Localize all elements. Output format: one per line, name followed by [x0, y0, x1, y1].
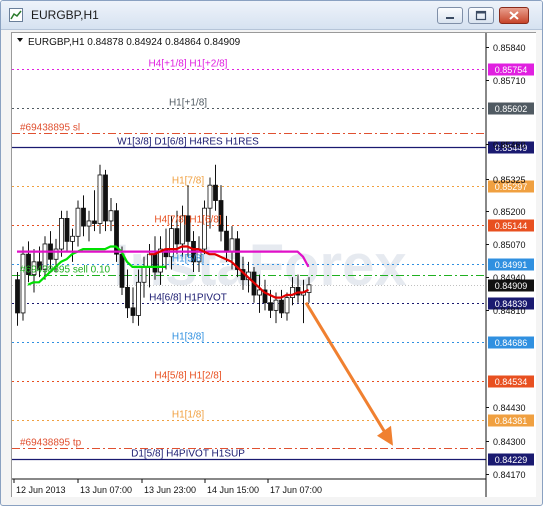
level-label: #69438895 sl: [20, 123, 80, 134]
level-label: W1[3/8] D1[6/8] H4RES H1RES: [117, 137, 259, 148]
level-label: H4[6/8] H1PIVOT: [149, 293, 227, 304]
price-tick-label: 0.84430: [493, 403, 526, 413]
price-tick-label: 0.85325: [493, 175, 526, 185]
price-tick-label: 0.85710: [493, 76, 526, 86]
price-tag-label: 0.84686: [495, 338, 528, 348]
candle: [26, 241, 31, 283]
bear-candle-body: [279, 299, 284, 314]
bear-candle-body: [119, 253, 125, 288]
window-title: EURGBP,H1: [31, 8, 99, 22]
price-tag-label: 0.84991: [495, 260, 528, 270]
price-tick-label: 0.84300: [493, 437, 526, 447]
close-icon: [509, 11, 519, 20]
level-label: D1[5/8] H4PIVOT H1SUP: [131, 449, 245, 460]
bull-candle-body: [97, 174, 103, 224]
candle: [59, 210, 64, 257]
candle: [20, 246, 26, 321]
chart-window-icon: [9, 8, 23, 22]
candle: [86, 210, 92, 242]
bear-candle-body: [130, 307, 136, 316]
bull-candle-body: [136, 281, 141, 316]
close-button[interactable]: [499, 7, 529, 24]
bear-candle-body: [92, 220, 97, 224]
price-tick-label: 0.84810: [493, 306, 526, 316]
candle: [81, 195, 86, 237]
bull-candle-body: [273, 299, 279, 311]
candle: [70, 228, 75, 262]
candle: [64, 210, 70, 252]
level-label: H1[+1/8]: [169, 98, 207, 109]
minimize-button[interactable]: [437, 7, 463, 24]
time-tick-label: 13 Jun 07:00: [80, 485, 132, 495]
minimize-icon: [446, 17, 454, 19]
candle: [75, 200, 81, 247]
candle: [103, 169, 108, 232]
price-tag-label: 0.84381: [495, 416, 528, 426]
title-bar[interactable]: EURGBP,H1: [1, 1, 542, 30]
time-tick-label: 14 Jun 15:00: [207, 485, 259, 495]
chart-area[interactable]: InstaForex H4[+1/8] H1[+2/8] H1[+1/8] #694…: [11, 32, 536, 497]
candle: [114, 203, 119, 262]
bull-candle-body: [86, 220, 92, 227]
level-label: H4[+1/8] H1[+2/8]: [149, 59, 228, 70]
bear-candle-body: [64, 217, 70, 242]
bear-candle-body: [152, 253, 158, 273]
price-tag-label: 0.85602: [495, 104, 528, 114]
price-tick-label: 0.84170: [493, 470, 526, 480]
candle: [213, 164, 218, 211]
bear-candle-body: [125, 286, 130, 309]
level-label: H4[7/8] H1[6/8]: [154, 215, 221, 226]
bear-candle-body: [174, 228, 180, 245]
candle: [108, 197, 114, 232]
price-tag-label: 0.85754: [495, 65, 528, 75]
maximize-button[interactable]: [468, 7, 494, 24]
level-label: #69438895 sell 0.10: [20, 265, 111, 276]
bear-candle-body: [213, 184, 218, 201]
bull-candle-body: [59, 217, 64, 250]
level-label: H1[1/8]: [172, 410, 204, 421]
price-tag-label: 0.84534: [495, 377, 528, 387]
bull-candle-body: [207, 184, 213, 209]
price-tick-label: 0.85200: [493, 207, 526, 217]
bear-candle-body: [15, 279, 20, 314]
time-tick-label: 17 Jun 07:00: [270, 485, 322, 495]
bull-candle-body: [284, 297, 290, 314]
bull-candle-body: [229, 238, 235, 253]
maximize-icon: [475, 10, 487, 21]
bull-candle-body: [257, 289, 262, 296]
price-tick-label: 0.84940: [493, 273, 526, 283]
bull-candle-body: [75, 207, 81, 237]
bull-candle-body: [70, 235, 75, 242]
level-label: H1[5/8]: [172, 254, 204, 265]
candle: [202, 200, 207, 255]
trend-arrow-shaft: [304, 301, 389, 437]
dropdown-triangle-icon[interactable]: [17, 38, 23, 42]
chart-header: EURGBP,H1 0.84878 0.84924 0.84864 0.8490…: [28, 37, 241, 48]
time-tick-label: 12 Jun 2013: [16, 485, 66, 495]
level-label: H1[7/8]: [172, 176, 204, 187]
bear-candle-body: [81, 207, 86, 227]
bear-candle-body: [103, 174, 108, 222]
bear-candle-body: [224, 230, 229, 253]
candle: [15, 272, 20, 326]
price-tag-label: 0.84229: [495, 455, 528, 465]
bull-candle-body: [147, 253, 152, 268]
level-label: H1[3/8]: [172, 332, 204, 343]
level-label: #69438895 tp: [20, 438, 82, 449]
time-tick-label: 13 Jun 23:00: [144, 485, 196, 495]
bull-candle-body: [108, 210, 114, 222]
bull-candle-body: [20, 253, 26, 314]
price-tick-label: 0.85460: [493, 140, 526, 150]
trend-arrow-head: [377, 425, 393, 446]
level-label: H4[5/8] H1[2/8]: [154, 371, 221, 382]
candle: [97, 164, 103, 234]
chart-window: EURGBP,H1 InstaForex H4[+1/8] H1[+2/8] H1…: [0, 0, 543, 506]
price-chart[interactable]: InstaForex H4[+1/8] H1[+2/8]H1[+1/8]#694…: [12, 33, 536, 497]
price-tag-label: 0.85144: [495, 221, 528, 231]
bull-candle-body: [141, 266, 147, 283]
price-tick-label: 0.85840: [493, 43, 526, 53]
price-tick-label: 0.85070: [493, 240, 526, 250]
bear-candle-body: [268, 302, 273, 311]
